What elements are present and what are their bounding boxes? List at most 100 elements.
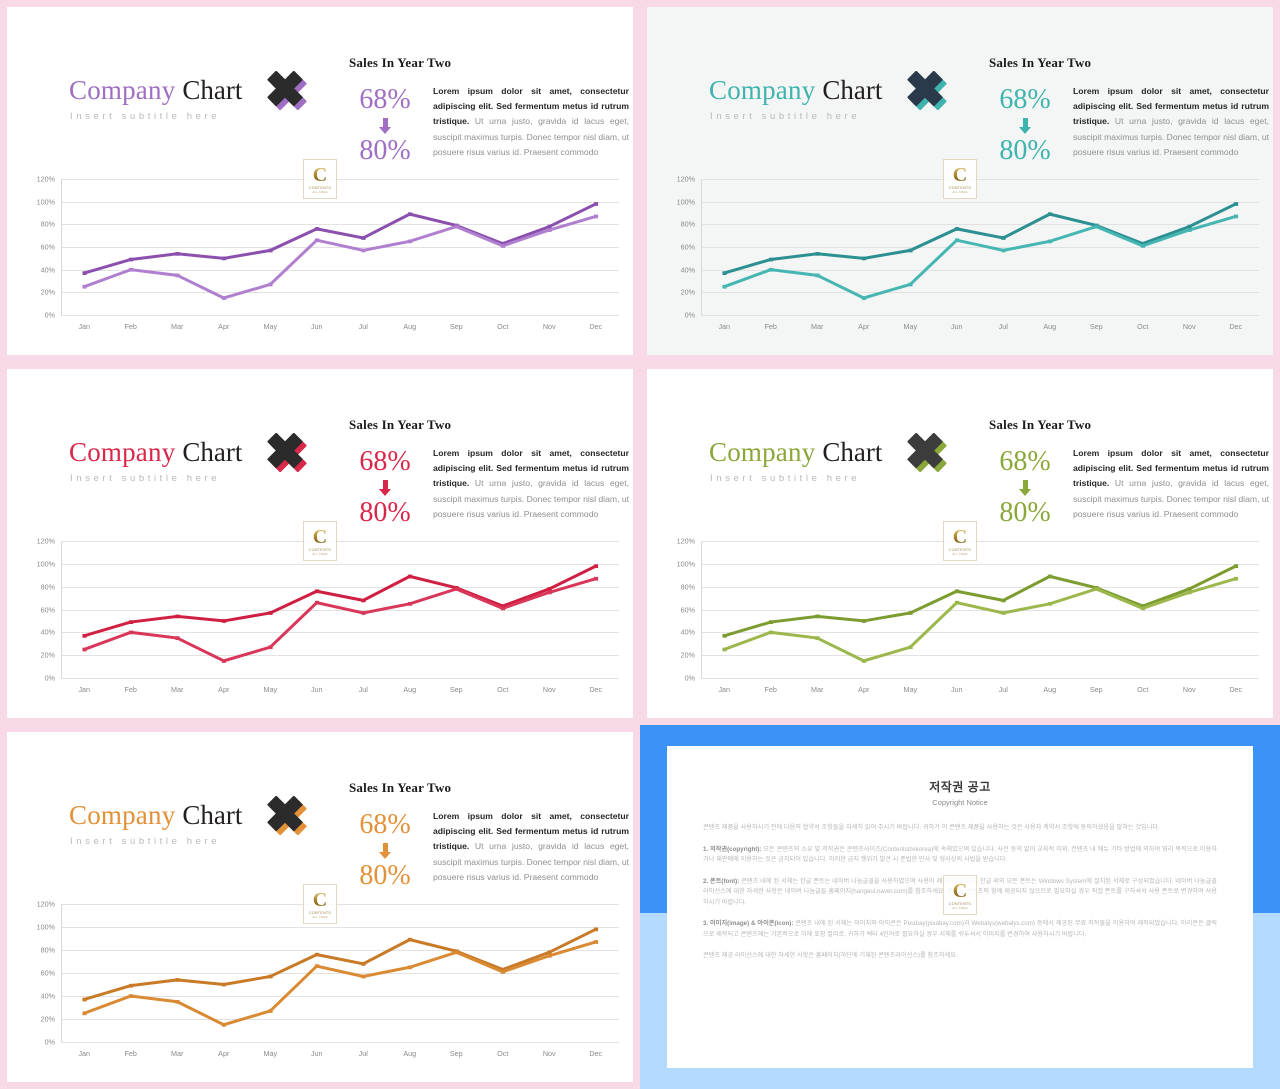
- y-axis-tick-label: 40%: [40, 627, 55, 637]
- x-axis-tick-label: Apr: [218, 685, 230, 694]
- body-paragraph: Lorem ipsum dolor sit amet, consectetur …: [1073, 446, 1269, 528]
- x-axis-tick-label: Jun: [950, 322, 963, 331]
- page-title: Company Chart: [69, 800, 242, 831]
- x-axis-tick-label: Jan: [718, 685, 731, 694]
- y-axis-tick-label: 60%: [40, 605, 55, 614]
- x-axis-tick-label: Oct: [497, 1049, 509, 1058]
- stat-block: 68% 80%: [989, 84, 1061, 166]
- y-axis: 0% 20% 40% 60% 80% 100% 120%: [25, 537, 59, 700]
- copyright-subtitle: Copyright Notice: [932, 798, 988, 807]
- x-mark-icon: [902, 431, 948, 473]
- x-mark-icon: [262, 794, 308, 836]
- series-line: [84, 566, 595, 636]
- summary-panel: Sales In Year Two 68% 80% Lorem ipsum dolor…: [349, 780, 629, 891]
- section-title: Sales In Year Two: [349, 417, 452, 432]
- x-axis-tick-label: Feb: [124, 685, 137, 694]
- y-axis-tick-label: 0%: [684, 310, 695, 320]
- y-axis-tick-label: 40%: [40, 265, 55, 275]
- y-axis-tick-label: 0%: [684, 673, 695, 683]
- chart-wrapper: 0% 20% 40% 60% 80% 100% 120% Jan Feb Mar Apr May Jun…: [25, 175, 619, 337]
- slide-slide-red: Company Chart Insert subtitle here Sales In…: [0, 362, 640, 725]
- x-axis-tick-label: Aug: [1043, 322, 1057, 331]
- x-axis-tick-label: Jan: [78, 1049, 91, 1058]
- line-chart: 0% 20% 40% 60% 80% 100% 120% Jan Feb Mar Apr May Jun…: [665, 537, 1259, 700]
- copyright-title: 저작권 공고: [929, 780, 991, 794]
- stat-block: 68% 80%: [349, 809, 421, 891]
- series-layer: [61, 179, 619, 315]
- watermark-logo: C CONTENTS ALL FREE: [943, 159, 977, 199]
- slide-slide-purple: Company Chart Insert subtitle here Sales In…: [0, 0, 640, 362]
- x-axis-tick-label: Aug: [403, 322, 417, 331]
- title-word-chart: Chart: [822, 437, 883, 467]
- x-axis-tick-label: Sep: [449, 322, 463, 331]
- watermark-letter: C: [952, 525, 968, 548]
- watermark-letter: C: [312, 888, 328, 911]
- section-title: Sales In Year Two: [989, 55, 1092, 70]
- copyright-paragraph-heading: 3. 이미지(image) & 아이콘(icon):: [703, 920, 794, 927]
- x-axis-tick-label: Sep: [1089, 685, 1103, 694]
- watermark-logo: C CONTENTS ALL FREE: [303, 884, 337, 924]
- x-axis-tick-label: Nov: [1182, 685, 1196, 694]
- body-paragraph: Lorem ipsum dolor sit amet, consectetur …: [433, 809, 629, 891]
- summary-panel: Sales In Year Two 68% 80% Lorem ipsum dolor…: [349, 55, 629, 166]
- stat-to-value: 80%: [359, 135, 411, 166]
- gridline: [701, 315, 1259, 316]
- arrow-down-icon: [379, 480, 391, 496]
- x-axis-tick-label: Apr: [218, 322, 230, 331]
- y-axis-tick-label: 100%: [36, 922, 55, 932]
- x-axis-tick-label: Jun: [310, 1049, 323, 1058]
- slide-canvas: Company Chart Insert subtitle here Sales In…: [647, 7, 1273, 355]
- watermark-line-2: ALL FREE: [952, 551, 968, 556]
- chart-wrapper: 0% 20% 40% 60% 80% 100% 120% Jan Feb Mar Apr May Jun…: [665, 537, 1259, 700]
- x-axis: Jan Feb Mar Apr May Jun Jul Aug Sep Oct Nov Dec: [701, 680, 1259, 700]
- stat-block: 68% 80%: [349, 446, 421, 528]
- y-axis-tick-label: 100%: [36, 197, 55, 207]
- body-paragraph: Lorem ipsum dolor sit amet, consectetur …: [433, 84, 629, 166]
- title-word-chart: Chart: [182, 437, 243, 467]
- x-axis-tick-label: Oct: [497, 322, 509, 331]
- x-axis-tick-label: May: [903, 685, 918, 694]
- plot-area: [701, 541, 1259, 679]
- x-axis-tick-label: Jan: [718, 322, 731, 331]
- slide-copyright-notice: 저작권 공고 Copyright Notice 콘텐츠 제품을 사용하시기 전에 다…: [640, 725, 1280, 1089]
- body-paragraph: Lorem ipsum dolor sit amet, consectetur …: [1073, 84, 1269, 166]
- plot-area: [61, 904, 619, 1043]
- x-axis-tick-label: Jan: [78, 685, 91, 694]
- slide-slide-teal: Company Chart Insert subtitle here Sales In…: [640, 0, 1280, 362]
- y-axis-tick-label: 120%: [36, 174, 55, 184]
- title-word-company: Company: [709, 75, 816, 105]
- x-axis-tick-label: Dec: [589, 1049, 603, 1058]
- plot-area: [61, 541, 619, 679]
- page-title: Company Chart: [709, 75, 882, 106]
- gridline: [61, 315, 619, 316]
- stat-to-value: 80%: [359, 497, 411, 528]
- line-chart: 0% 20% 40% 60% 80% 100% 120% Jan Feb Mar Apr May Jun…: [665, 175, 1259, 337]
- watermark-line-2: ALL FREE: [952, 905, 968, 910]
- x-axis-tick-label: Sep: [1089, 322, 1103, 331]
- watermark-logo: C CONTENTS ALL FREE: [943, 875, 977, 915]
- x-axis-tick-label: Nov: [542, 685, 556, 694]
- series-line: [84, 204, 595, 273]
- copyright-paragraph-text: 콘텐츠 제품을 사용하시기 전에 다음의 협약서 조항들을 자세히 읽어 주시기…: [703, 824, 1160, 831]
- summary-panel: Sales In Year Two 68% 80% Lorem ipsum dolor…: [989, 417, 1269, 528]
- y-axis-tick-label: 80%: [40, 582, 55, 592]
- x-axis-tick-label: Aug: [403, 685, 417, 694]
- chart-wrapper: 0% 20% 40% 60% 80% 100% 120% Jan Feb Mar Apr May Jun…: [25, 900, 619, 1064]
- x-axis-tick-label: Aug: [1043, 685, 1057, 694]
- stat-from-value: 68%: [359, 84, 411, 115]
- copyright-paragraph-heading: 1. 저작권(copyright):: [703, 845, 762, 853]
- y-axis-tick-label: 60%: [40, 242, 55, 252]
- slide-grid: Company Chart Insert subtitle here Sales In…: [0, 0, 1280, 1089]
- y-axis-tick-label: 100%: [676, 559, 695, 569]
- x-axis-tick-label: Oct: [497, 685, 509, 694]
- x-axis-tick-label: Jul: [358, 1049, 368, 1058]
- y-axis: 0% 20% 40% 60% 80% 100% 120%: [665, 537, 699, 700]
- copyright-paragraph: 콘텐츠 제공 라이선스에 대한 자세한 사항은 홈페이지(하단에 기재된 콘텐츠…: [703, 951, 1217, 962]
- x-mark-icon: [262, 69, 308, 111]
- title-word-company: Company: [709, 437, 816, 467]
- x-mark-icon: [262, 431, 308, 473]
- page-title: Company Chart: [709, 437, 882, 468]
- stat-to-value: 80%: [359, 860, 411, 891]
- watermark-letter: C: [952, 879, 968, 902]
- series-layer: [701, 179, 1259, 315]
